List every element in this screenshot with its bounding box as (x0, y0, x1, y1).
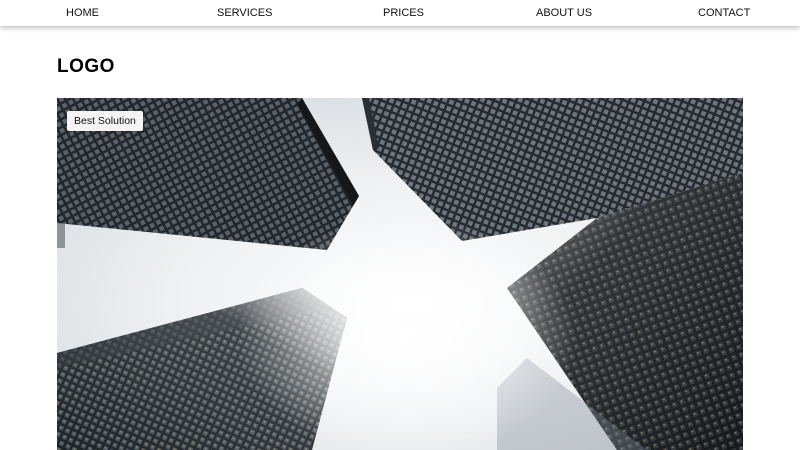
nav-contact-link[interactable]: CONTACT (698, 7, 750, 19)
nav-about-us-link[interactable]: ABOUT US (536, 7, 592, 19)
nav-home-link[interactable]: HOME (66, 7, 99, 19)
top-navigation-bar: HOME SERVICES PRICES ABOUT US CONTACT (0, 0, 800, 26)
hero-badge: Best Solution (67, 111, 143, 131)
hero-skyscrapers-image (57, 98, 743, 450)
nav-services-link[interactable]: SERVICES (217, 7, 272, 19)
hero-banner: Best Solution (57, 98, 743, 450)
nav-prices-link[interactable]: PRICES (383, 7, 424, 19)
site-logo[interactable]: LOGO (57, 56, 115, 78)
